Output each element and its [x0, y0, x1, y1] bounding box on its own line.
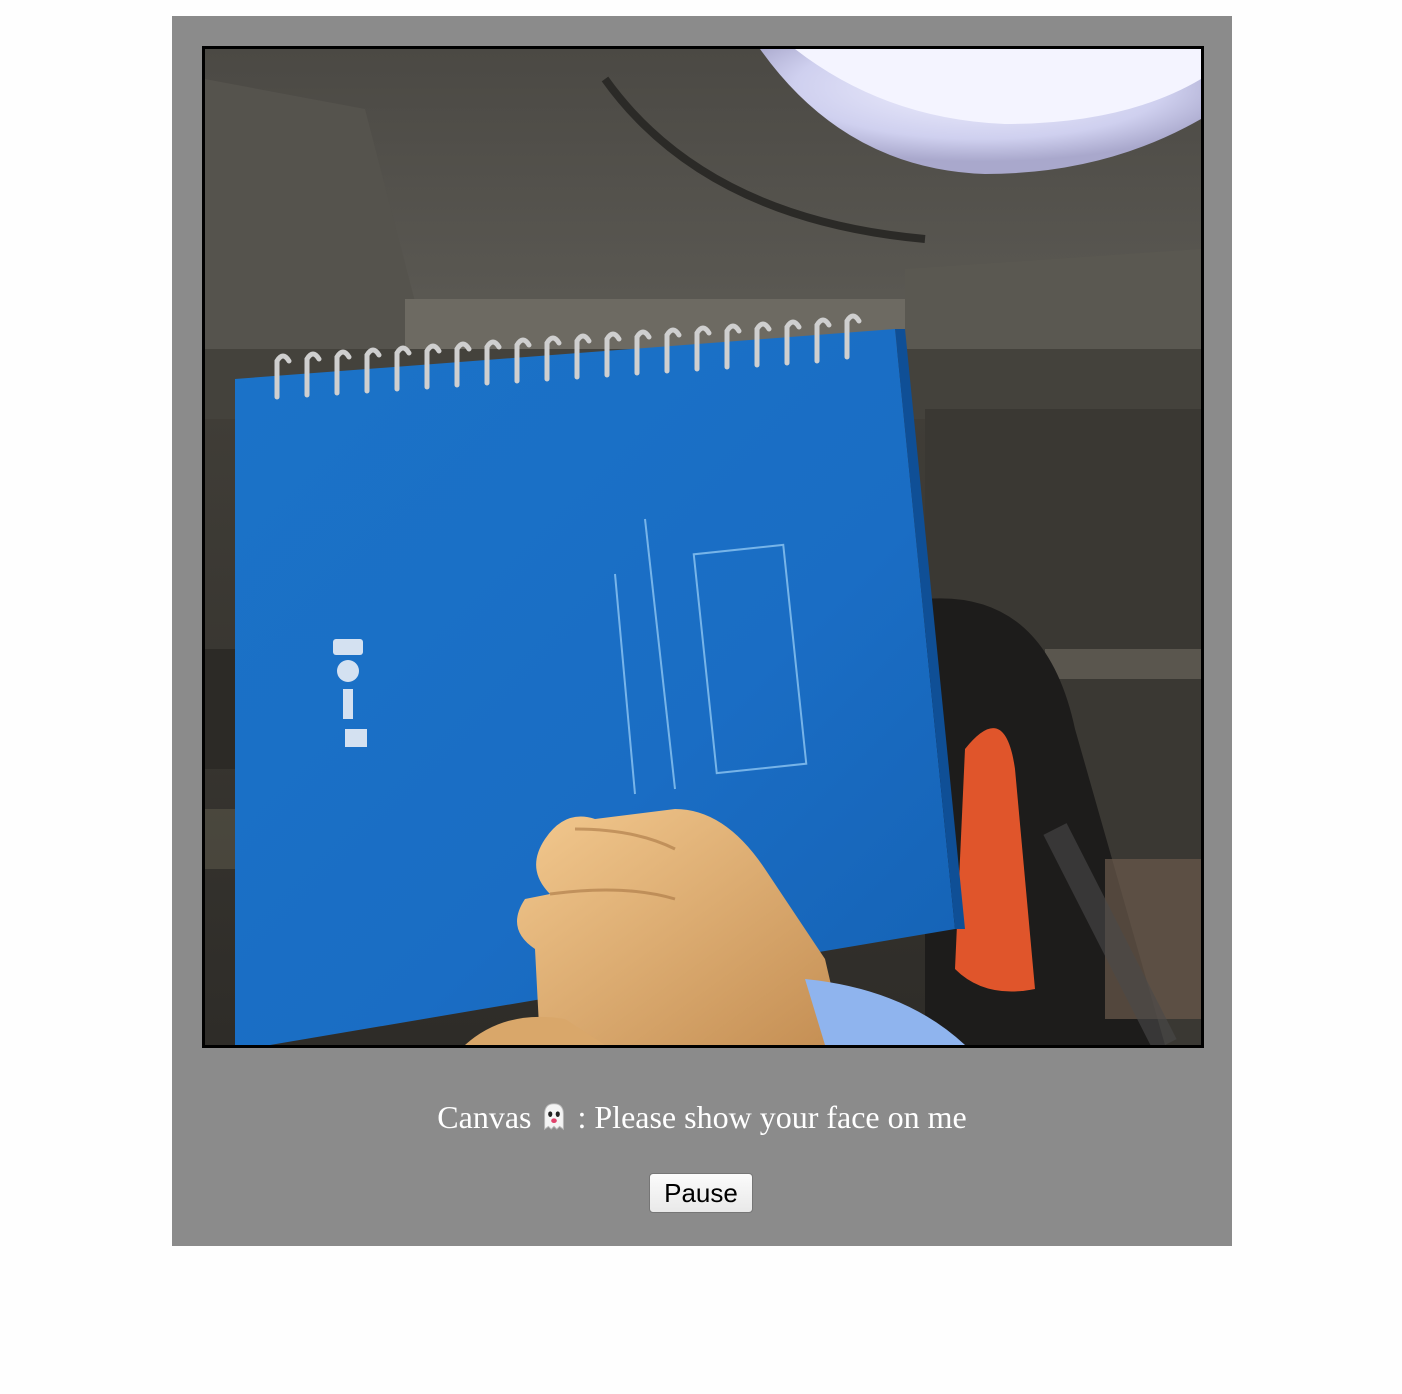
pause-button[interactable]: Pause: [649, 1173, 753, 1213]
ghost-icon: [544, 1103, 565, 1131]
canvas-caption: Canvas : Please show your face on me: [172, 1097, 1232, 1137]
webcam-frame-image: [205, 49, 1201, 1045]
webcam-panel: Canvas : Please show your face on me Pau…: [172, 16, 1232, 1246]
webcam-canvas: [202, 46, 1204, 1048]
caption-prefix: Canvas: [437, 1099, 532, 1135]
caption-text: : Please show your face on me: [569, 1099, 967, 1135]
